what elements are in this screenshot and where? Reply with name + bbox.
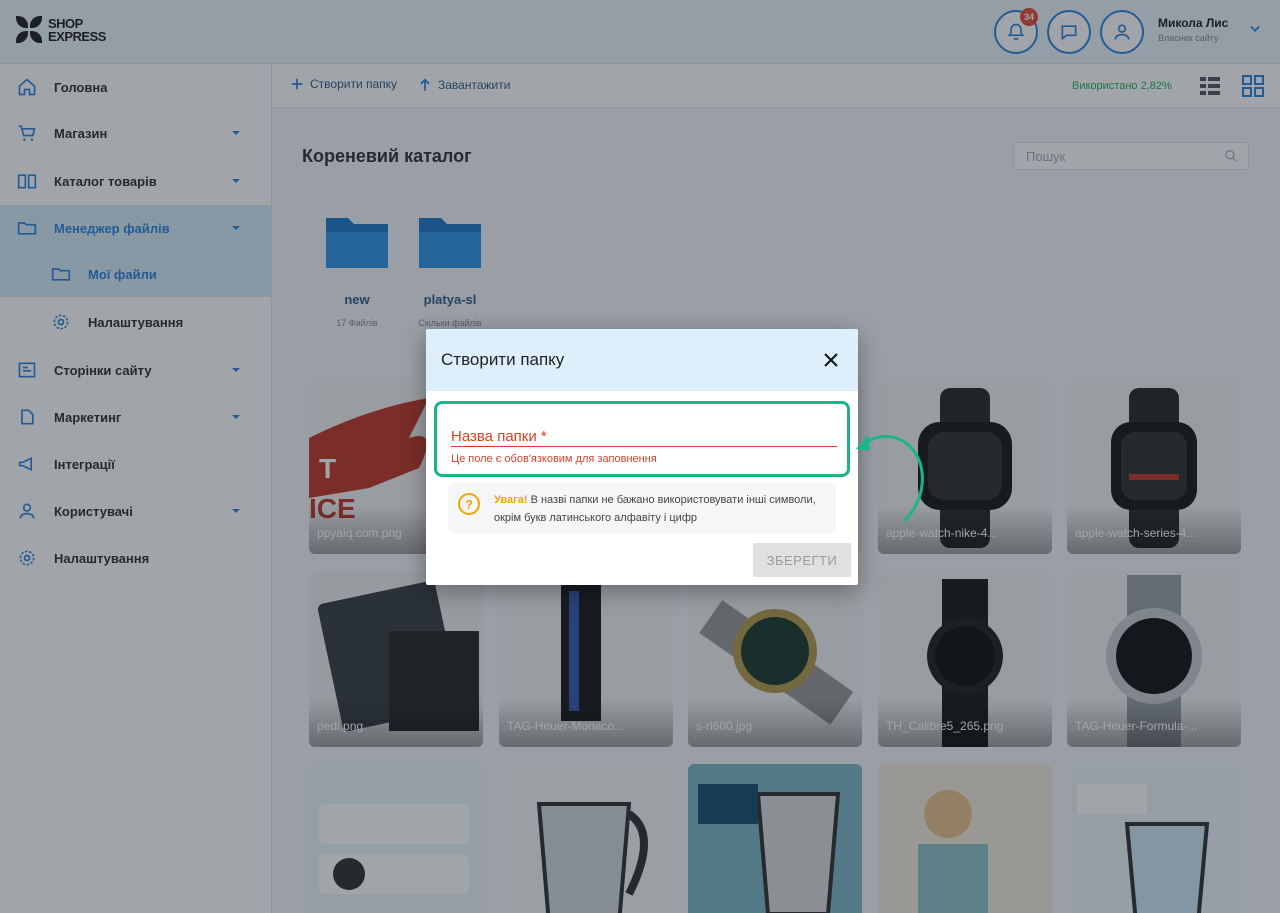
folder-name-input[interactable] (451, 446, 837, 447)
folder-name-label: Назва папки * (451, 428, 547, 445)
close-button[interactable] (820, 349, 842, 371)
warning-body: В назві папки не бажано використовувати … (494, 494, 816, 524)
dialog-title: Створити папку (441, 350, 565, 369)
folder-name-field-highlight: Назва папки * Це поле є обов'язковим для… (434, 401, 850, 477)
save-button[interactable]: ЗБЕРЕГТИ (753, 543, 851, 577)
create-folder-dialog: Створити папку Назва папки * Це поле є о… (426, 329, 858, 585)
annotation-arrow-icon (856, 435, 924, 523)
close-icon (824, 353, 838, 367)
field-error-message: Це поле є обов'язковим для заповнення (451, 453, 657, 465)
dialog-header: Створити папку (426, 329, 858, 391)
question-icon: ? (458, 493, 480, 515)
warning-note: ? Увага! В назві папки не бажано викорис… (448, 483, 836, 533)
warning-text: Увага! В назві папки не бажано використо… (494, 491, 824, 527)
warning-strong: Увага! (494, 494, 528, 506)
